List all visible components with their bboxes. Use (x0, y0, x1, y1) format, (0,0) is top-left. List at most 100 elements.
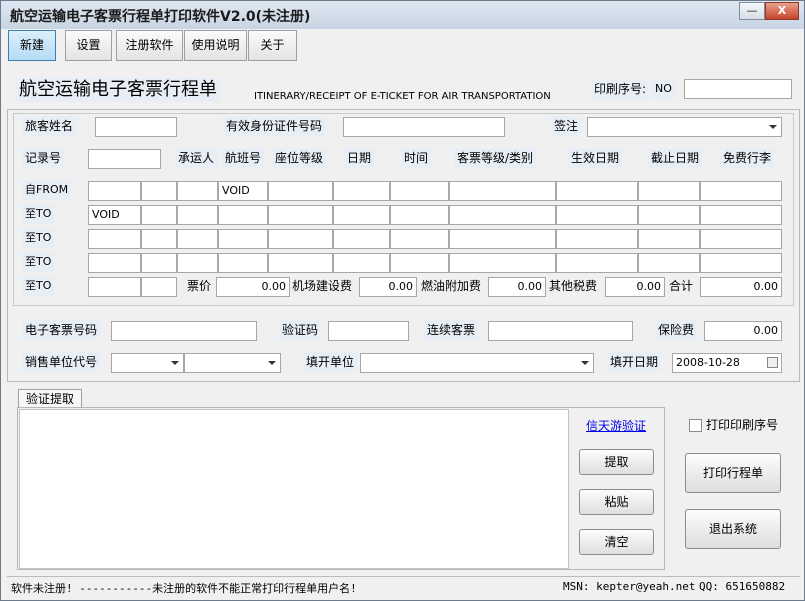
segment-cell[interactable] (268, 205, 333, 225)
segment-cell[interactable] (268, 253, 333, 273)
app-window: 航空运输电子客票行程单打印软件V2.0(未注册) — X 新建 设置 注册软件 … (0, 0, 805, 601)
segment-cell[interactable] (638, 229, 700, 249)
segment-cell[interactable] (177, 253, 218, 273)
eticket-number-input[interactable] (111, 321, 257, 341)
segment-cell[interactable]: VOID (88, 205, 141, 225)
window-title: 航空运输电子客票行程单打印软件V2.0(未注册) (10, 9, 311, 25)
segment-cell[interactable] (268, 229, 333, 249)
segment-cell[interactable] (177, 205, 218, 225)
issue-date-picker[interactable]: 2008-10-28 (672, 353, 782, 373)
segment-cell[interactable] (638, 253, 700, 273)
segment-cell[interactable] (268, 181, 333, 201)
issue-date-label: 填开日期 (607, 352, 662, 372)
segment-cell[interactable] (700, 181, 782, 201)
about-button[interactable]: 关于 (248, 30, 297, 61)
segment-cell[interactable] (141, 253, 177, 273)
minimize-button[interactable]: — (739, 2, 765, 20)
segment-cell[interactable] (449, 205, 556, 225)
agent-code-label: 销售单位代号 (22, 352, 101, 372)
segment-cell[interactable] (449, 253, 556, 273)
conjunction-ticket-input[interactable] (488, 321, 633, 341)
tab-verify-extract[interactable]: 验证提取 (18, 389, 83, 408)
segment-label: 至TO (22, 252, 55, 272)
segment-cell[interactable] (218, 229, 268, 249)
segment-cell[interactable] (390, 181, 449, 201)
segment-cell[interactable] (88, 253, 141, 273)
passenger-name-input[interactable] (95, 117, 177, 137)
settings-button[interactable]: 设置 (65, 30, 112, 61)
segment-cell[interactable] (218, 205, 268, 225)
airport-fee-label: 机场建设费 (292, 279, 353, 293)
segment-cell[interactable] (449, 181, 556, 201)
status-message: 软件未注册! -----------未注册的软件不能正常打印行程单用户名! (11, 582, 357, 595)
segment-cell[interactable] (141, 277, 177, 297)
verify-code-input[interactable] (328, 321, 409, 341)
issuer-select[interactable] (360, 353, 594, 373)
segment-cell[interactable] (88, 181, 141, 201)
col-time: 时间 (401, 148, 432, 168)
col-valid-to: 截止日期 (648, 148, 703, 168)
fare-input[interactable]: 0.00 (216, 277, 290, 297)
insurance-input[interactable]: 0.00 (704, 321, 782, 341)
exit-button[interactable]: 退出系统 (685, 509, 781, 549)
segment-cell[interactable] (556, 229, 638, 249)
print-serial-checkbox[interactable] (689, 419, 702, 432)
total-input[interactable]: 0.00 (700, 277, 782, 297)
segment-cell[interactable] (700, 229, 782, 249)
form-title-en: ITINERARY/RECEIPT OF E-TICKET FOR AIR TR… (254, 91, 551, 102)
segment-cell[interactable] (700, 205, 782, 225)
close-button[interactable]: X (765, 2, 799, 20)
fare-label: 票价 (187, 279, 212, 293)
segment-cell[interactable] (88, 277, 141, 297)
segment-cell[interactable] (177, 229, 218, 249)
segment-cell[interactable] (141, 181, 177, 201)
segment-cell[interactable] (390, 205, 449, 225)
segment-cell[interactable]: VOID (218, 181, 268, 201)
segment-cell[interactable] (390, 253, 449, 273)
paste-button[interactable]: 粘贴 (579, 489, 654, 515)
total-label: 合计 (669, 279, 694, 293)
segment-cell[interactable] (638, 181, 700, 201)
verify-textarea[interactable] (19, 409, 569, 569)
toolbar: 新建 设置 注册软件 使用说明 关于 (6, 30, 802, 62)
record-number-label: 记录号 (22, 148, 65, 168)
segment-cell[interactable] (556, 181, 638, 201)
status-msn: MSN: kepter@yeah.net (563, 580, 696, 593)
new-button[interactable]: 新建 (8, 30, 56, 61)
col-valid-from: 生效日期 (568, 148, 623, 168)
fuel-fee-input[interactable]: 0.00 (488, 277, 546, 297)
segment-cell[interactable] (333, 229, 390, 249)
segment-cell[interactable] (177, 181, 218, 201)
record-number-input[interactable] (88, 149, 161, 169)
segment-cell[interactable] (700, 253, 782, 273)
clear-button[interactable]: 清空 (579, 529, 654, 555)
airport-fee-input[interactable]: 0.00 (359, 277, 417, 297)
agent-code-select-2[interactable] (184, 353, 281, 373)
other-tax-input[interactable]: 0.00 (605, 277, 665, 297)
segment-cell[interactable] (333, 205, 390, 225)
chevron-down-icon (769, 125, 777, 129)
segment-label: 至TO (22, 228, 55, 248)
segment-cell[interactable] (218, 253, 268, 273)
register-button[interactable]: 注册软件 (116, 30, 183, 61)
chevron-down-icon (171, 361, 179, 365)
segment-cell[interactable] (390, 229, 449, 249)
segment-cell[interactable] (638, 205, 700, 225)
agent-code-select-1[interactable] (111, 353, 184, 373)
segment-cell[interactable] (556, 253, 638, 273)
calendar-icon[interactable] (767, 357, 778, 368)
segment-cell[interactable] (141, 205, 177, 225)
segment-cell[interactable] (556, 205, 638, 225)
segment-cell[interactable] (449, 229, 556, 249)
print-itinerary-button[interactable]: 打印行程单 (685, 453, 781, 493)
endorsement-select[interactable] (587, 117, 782, 137)
extract-button[interactable]: 提取 (579, 449, 654, 475)
segment-cell[interactable] (333, 181, 390, 201)
segment-cell[interactable] (333, 253, 390, 273)
segment-cell[interactable] (88, 229, 141, 249)
xintianyou-verify-link[interactable]: 信天游验证 (586, 417, 646, 434)
segment-cell[interactable] (141, 229, 177, 249)
id-number-input[interactable] (343, 117, 505, 137)
print-serial-input[interactable] (684, 79, 792, 99)
help-button[interactable]: 使用说明 (184, 30, 247, 61)
